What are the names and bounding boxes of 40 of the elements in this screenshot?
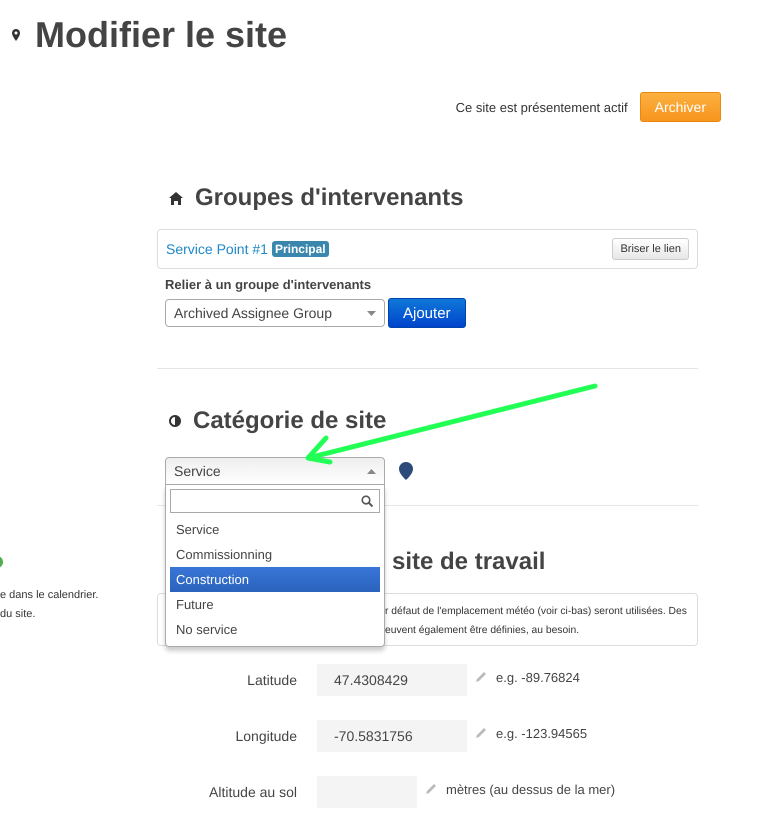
principal-badge: Principal [272,241,329,257]
category-select[interactable]: Service [165,457,385,485]
half-circle-icon [169,415,181,427]
hint-text: e.g. -123.94565 [496,726,588,740]
map-pin-icon [11,29,21,41]
search-icon [361,495,373,507]
field-label: Latitude [246,672,297,688]
sidebar-text: e dans le calendrier. [0,589,100,601]
home-icon [169,192,183,204]
pencil-icon[interactable] [474,670,488,684]
page-title: Modifier le site [35,14,288,56]
info-text: r défaut de l'emplacement météo (voir ci-bas) seront utilisées. Des [385,606,688,617]
hint-text: e.g. -89.76824 [496,670,580,684]
field-label: Relier à un groupe d'intervenants [165,277,372,292]
dropdown-option[interactable]: Service [170,517,380,542]
section-title: Groupes d'intervenants [195,184,464,212]
input-field[interactable]: -70.5831756 [317,720,467,752]
caret-icon [367,310,376,316]
sidebar-text: du site. [0,608,36,620]
field-label: Altitude au sol [208,784,297,800]
search-field[interactable] [170,489,380,513]
map-marker-icon [399,462,413,480]
section-title: site de travail [392,548,546,576]
add-button[interactable]: Ajouter [388,298,466,328]
unlink-button[interactable]: Briser le lien [612,238,689,260]
dropdown-option[interactable]: Future [170,592,380,617]
dropdown-option[interactable]: No service [170,617,380,642]
group-select[interactable]: Archived Assignee Group [165,299,385,327]
group-link[interactable]: Service Point #1 [166,241,268,257]
pencil-icon[interactable] [474,726,488,740]
input-field[interactable]: 47.4308429 [317,664,467,696]
caret-icon [367,468,376,474]
info-text: euvent également être définies, au besoin. [385,625,580,636]
dropdown-option[interactable]: Commissionning [170,542,380,567]
hint-text: mètres (au dessus de la mer) [446,782,616,796]
pencil-icon[interactable] [424,782,438,796]
field-label: Longitude [234,728,297,744]
dropdown-option[interactable]: Construction [170,567,380,592]
status-text: Ce site est présentement actif [456,100,628,114]
section-title: Catégorie de site [193,407,386,435]
